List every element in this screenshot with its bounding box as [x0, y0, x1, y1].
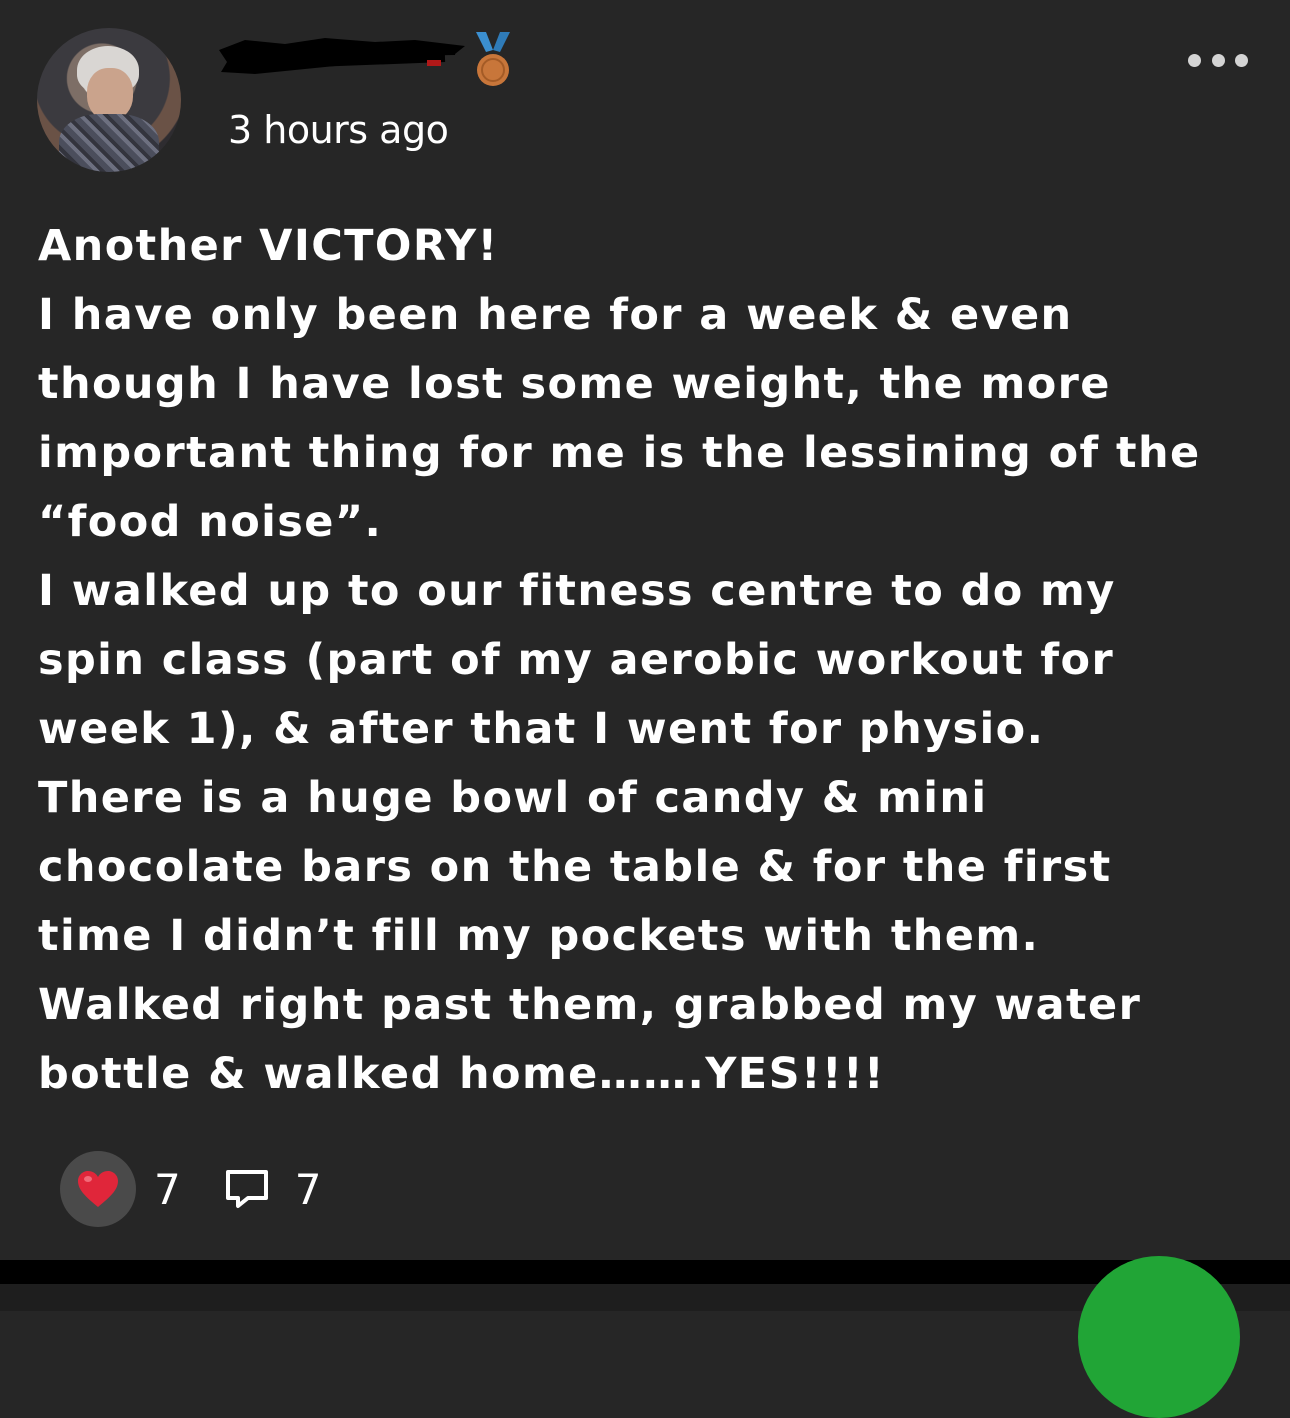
avatar-face [87, 68, 133, 120]
heart-icon [78, 1171, 118, 1207]
post-card: 3 hours ago Another VICTORY! I have only… [0, 0, 1290, 1258]
bronze-medal-icon [476, 32, 510, 86]
like-count: 7 [154, 1164, 181, 1214]
post-body-line: I walked up to our fitness centre to do … [38, 566, 1116, 616]
post-body-line: time I didn’t fill my pockets with them. [38, 911, 1040, 961]
divider-bar [0, 1260, 1290, 1284]
post-body-line: I have only been here for a week & even [38, 290, 1073, 340]
floating-action-button[interactable] [1078, 1256, 1240, 1418]
avatar-body [59, 114, 159, 172]
post-actions: 7 7 [60, 1150, 321, 1228]
comment-button[interactable] [223, 1167, 271, 1211]
post-body-line: bottle & walked home…….YES!!!! [38, 1049, 885, 1099]
post-body: Another VICTORY! I have only been here f… [38, 212, 1258, 1109]
like-button[interactable] [60, 1151, 136, 1227]
more-options-button[interactable] [1188, 48, 1248, 72]
post-body-line: There is a huge bowl of candy & mini [38, 773, 988, 823]
comment-count: 7 [294, 1164, 322, 1214]
redacted-username [219, 38, 465, 74]
post-body-line: “food noise”. [38, 497, 383, 547]
post-body-line: Walked right past them, grabbed my water [38, 980, 1142, 1030]
post-body-line: week 1), & after that I went for physio. [38, 704, 1045, 754]
post-body-line: though I have lost some weight, the more [38, 359, 1111, 409]
post-body-line: spin class (part of my aerobic workout f… [38, 635, 1115, 685]
post-body-line: Another VICTORY! [38, 221, 499, 271]
post-body-line: important thing for me is the lessining … [38, 428, 1201, 478]
post-body-line: chocolate bars on the table & for the fi… [38, 842, 1112, 892]
more-horizontal-icon [1188, 53, 1201, 67]
avatar[interactable] [37, 28, 181, 172]
comment-icon [225, 1170, 268, 1208]
post-timestamp: 3 hours ago [228, 108, 449, 152]
